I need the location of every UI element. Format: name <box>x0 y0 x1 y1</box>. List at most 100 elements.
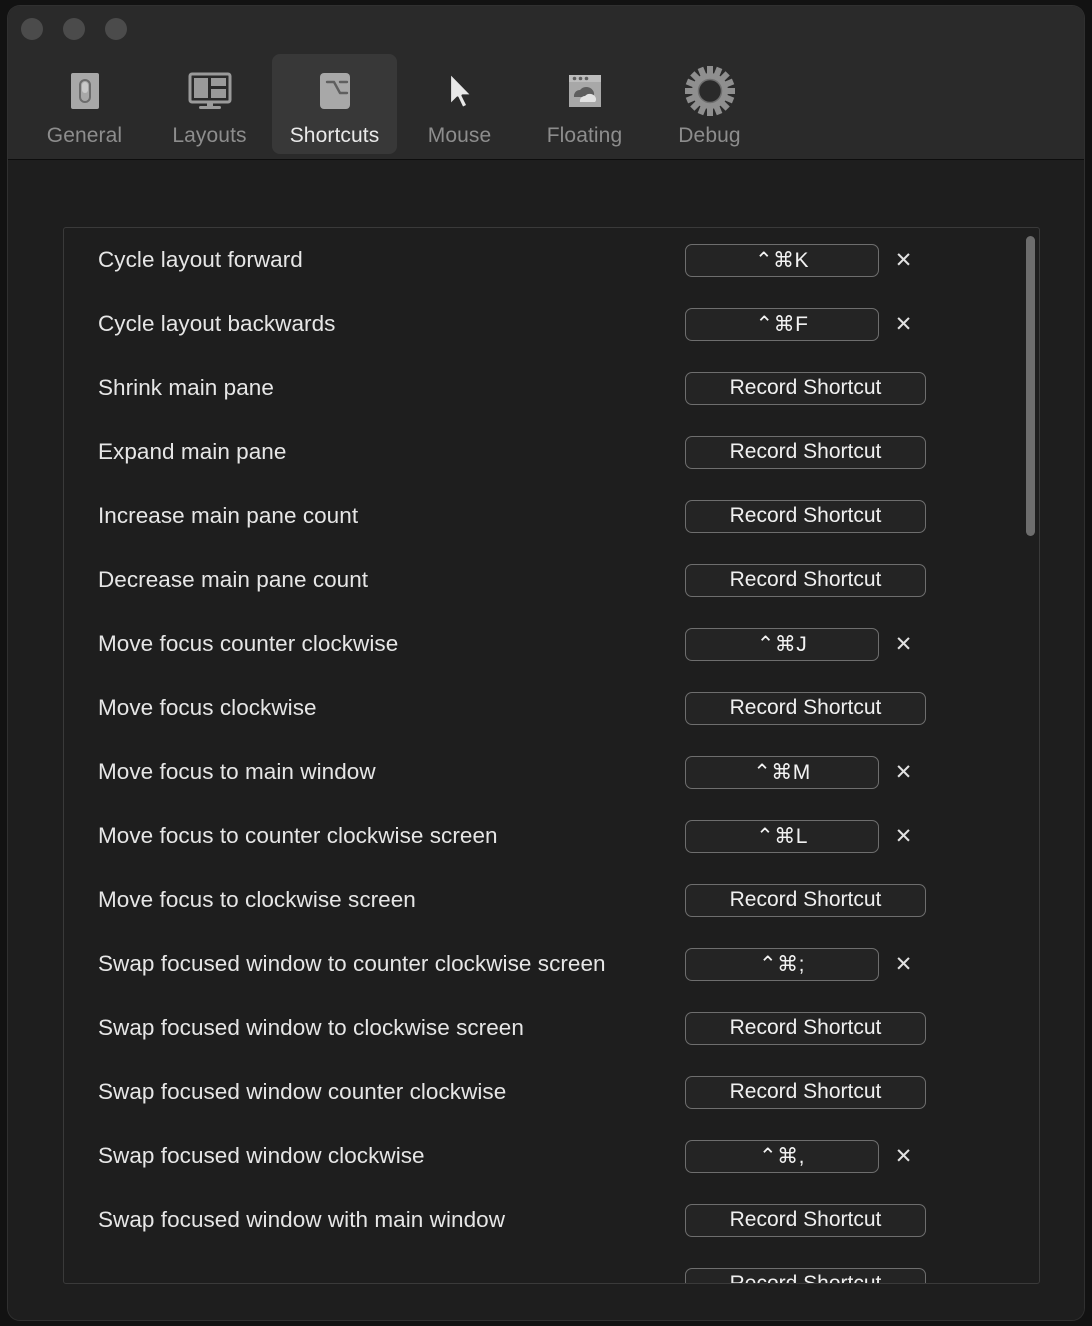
shortcut-row-label: Expand main pane <box>98 439 287 464</box>
recorded-shortcut-button[interactable]: ⌃⌘J <box>685 627 879 661</box>
shortcut-row-label: Increase main pane count <box>98 503 359 528</box>
shortcut-row-label: Move focus to counter clockwise screen <box>98 823 498 848</box>
record-shortcut-button[interactable]: Record Shortcut <box>685 435 926 469</box>
shortcuts-list: Cycle layout forward ⌃⌘K ✕ Cycle layout bac… <box>64 228 1039 1283</box>
shortcut-row-control: ⌃⌘M ✕ <box>685 755 928 789</box>
tab-debug[interactable]: Debug <box>647 54 772 154</box>
traffic-lights <box>21 18 127 40</box>
clear-shortcut-icon[interactable]: ✕ <box>880 628 927 661</box>
recorded-shortcut-button[interactable]: ⌃⌘K <box>685 243 879 277</box>
monitor-layout-icon <box>187 64 233 118</box>
shortcut-row-control: ⌃⌘, ✕ <box>685 1139 928 1173</box>
shortcut-row: Record Shortcut <box>64 1252 1039 1283</box>
scrollbar-thumb[interactable] <box>1026 236 1035 536</box>
toolbar-tabs: General Layouts Shortcuts Mouse Floating… <box>22 54 772 154</box>
shortcut-row-control: ⌃⌘; ✕ <box>685 947 928 981</box>
shortcut-row-control: ⌃⌘J ✕ <box>685 627 928 661</box>
shortcut-row: Increase main pane count Record Shortcut <box>64 484 1039 548</box>
shortcut-row-control: Record Shortcut <box>685 371 928 405</box>
shortcut-row-label: Swap focused window counter clockwise <box>98 1079 507 1104</box>
recorded-shortcut-button[interactable]: ⌃⌘F <box>685 307 879 341</box>
record-shortcut-button[interactable]: Record Shortcut <box>685 499 926 533</box>
shortcut-row-label: Swap focused window clockwise <box>98 1143 425 1168</box>
shortcut-row-control: Record Shortcut <box>685 435 928 469</box>
cursor-arrow-icon <box>439 64 481 118</box>
shortcut-row: Move focus counter clockwise ⌃⌘J ✕ <box>64 612 1039 676</box>
shortcut-row: Shrink main pane Record Shortcut <box>64 356 1039 420</box>
record-shortcut-button[interactable]: Record Shortcut <box>685 691 926 725</box>
shortcut-row: Decrease main pane count Record Shortcut <box>64 548 1039 612</box>
shortcut-row: Expand main pane Record Shortcut <box>64 420 1039 484</box>
clear-shortcut-icon[interactable]: ✕ <box>880 948 927 981</box>
tab-layouts[interactable]: Layouts <box>147 54 272 154</box>
shortcut-row-control: Record Shortcut <box>685 1011 928 1045</box>
tab-label: Debug <box>678 124 741 147</box>
clear-shortcut-icon[interactable]: ✕ <box>880 1140 927 1173</box>
shortcut-row-label: Decrease main pane count <box>98 567 369 592</box>
toolbar: General Layouts Shortcuts Mouse Floating… <box>8 6 1084 160</box>
shortcut-row: Move focus clockwise Record Shortcut <box>64 676 1039 740</box>
shortcut-row-label: Swap focused window to counter clockwise… <box>98 951 606 976</box>
shortcut-row: Move focus to main window ⌃⌘M ✕ <box>64 740 1039 804</box>
tab-label: General <box>46 124 123 147</box>
record-shortcut-button[interactable]: Record Shortcut <box>685 1267 926 1283</box>
minimize-button[interactable] <box>63 18 85 40</box>
shortcut-row: Move focus to counter clockwise screen ⌃⌘… <box>64 804 1039 868</box>
recorded-shortcut-button[interactable]: ⌃⌘; <box>685 947 879 981</box>
recorded-shortcut-button[interactable]: ⌃⌘L <box>685 819 879 853</box>
clear-shortcut-icon[interactable]: ✕ <box>880 756 927 789</box>
tab-label: Layouts <box>172 124 247 147</box>
shortcut-row-label: Move focus counter clockwise <box>98 631 399 656</box>
shortcut-row-label: Cycle layout backwards <box>98 311 336 336</box>
tab-floating[interactable]: Floating <box>522 54 647 154</box>
shortcut-row-control: ⌃⌘F ✕ <box>685 307 928 341</box>
tab-general[interactable]: General <box>22 54 147 154</box>
record-shortcut-button[interactable]: Record Shortcut <box>685 883 926 917</box>
shortcut-row-label: Move focus clockwise <box>98 695 317 720</box>
zoom-button[interactable] <box>105 18 127 40</box>
shortcut-row-control: ⌃⌘L ✕ <box>685 819 928 853</box>
tab-shortcuts[interactable]: Shortcuts <box>272 54 397 154</box>
shortcut-row: Cycle layout forward ⌃⌘K ✕ <box>64 228 1039 292</box>
tab-label: Floating <box>546 124 623 147</box>
shortcut-row-control: Record Shortcut <box>685 563 928 597</box>
record-shortcut-button[interactable]: Record Shortcut <box>685 1203 926 1237</box>
record-shortcut-button[interactable]: Record Shortcut <box>685 563 926 597</box>
close-button[interactable] <box>21 18 43 40</box>
tab-label: Shortcuts <box>289 124 380 147</box>
shortcut-row: Move focus to clockwise screen Record Sho… <box>64 868 1039 932</box>
shortcut-row: Swap focused window to counter clockwise… <box>64 932 1039 996</box>
record-shortcut-button[interactable]: Record Shortcut <box>685 1075 926 1109</box>
preferences-window: General Layouts Shortcuts Mouse Floating… <box>8 6 1084 1320</box>
gear-icon <box>684 64 736 118</box>
shortcut-row: Cycle layout backwards ⌃⌘F ✕ <box>64 292 1039 356</box>
clear-shortcut-icon[interactable]: ✕ <box>880 820 927 853</box>
recorded-shortcut-button[interactable]: ⌃⌘M <box>685 755 879 789</box>
shortcut-row: Swap focused window with main window Reco… <box>64 1188 1039 1252</box>
shortcut-row: Swap focused window counter clockwise Rec… <box>64 1060 1039 1124</box>
shortcuts-scroll-panel[interactable]: Cycle layout forward ⌃⌘K ✕ Cycle layout bac… <box>63 227 1040 1284</box>
shortcut-row-label: Cycle layout forward <box>98 247 303 272</box>
shortcut-row-control: Record Shortcut <box>685 691 928 725</box>
shortcut-row-label: Shrink main pane <box>98 375 274 400</box>
shortcut-row-control: Record Shortcut <box>685 1075 928 1109</box>
content-area: Cycle layout forward ⌃⌘K ✕ Cycle layout bac… <box>8 160 1084 1320</box>
shortcut-row-label: Move focus to main window <box>98 759 376 784</box>
shortcut-row-control: Record Shortcut <box>685 883 928 917</box>
scrollbar-track[interactable] <box>1024 231 1036 1277</box>
clear-shortcut-icon[interactable]: ✕ <box>880 308 927 341</box>
tab-mouse[interactable]: Mouse <box>397 54 522 154</box>
shortcut-row-label: Move focus to clockwise screen <box>98 887 416 912</box>
record-shortcut-button[interactable]: Record Shortcut <box>685 371 926 405</box>
toggle-switch-icon <box>64 64 106 118</box>
clear-shortcut-icon[interactable]: ✕ <box>880 244 927 277</box>
record-shortcut-button[interactable]: Record Shortcut <box>685 1011 926 1045</box>
shortcut-row-control: Record Shortcut <box>685 1267 928 1283</box>
tab-label: Mouse <box>427 124 492 147</box>
shortcut-row-label: Swap focused window with main window <box>98 1207 505 1232</box>
shortcut-row-control: Record Shortcut <box>685 1203 928 1237</box>
shortcut-row: Swap focused window clockwise ⌃⌘, ✕ <box>64 1124 1039 1188</box>
recorded-shortcut-button[interactable]: ⌃⌘, <box>685 1139 879 1173</box>
window-cloud-icon <box>563 64 607 118</box>
shortcut-row-control: ⌃⌘K ✕ <box>685 243 928 277</box>
